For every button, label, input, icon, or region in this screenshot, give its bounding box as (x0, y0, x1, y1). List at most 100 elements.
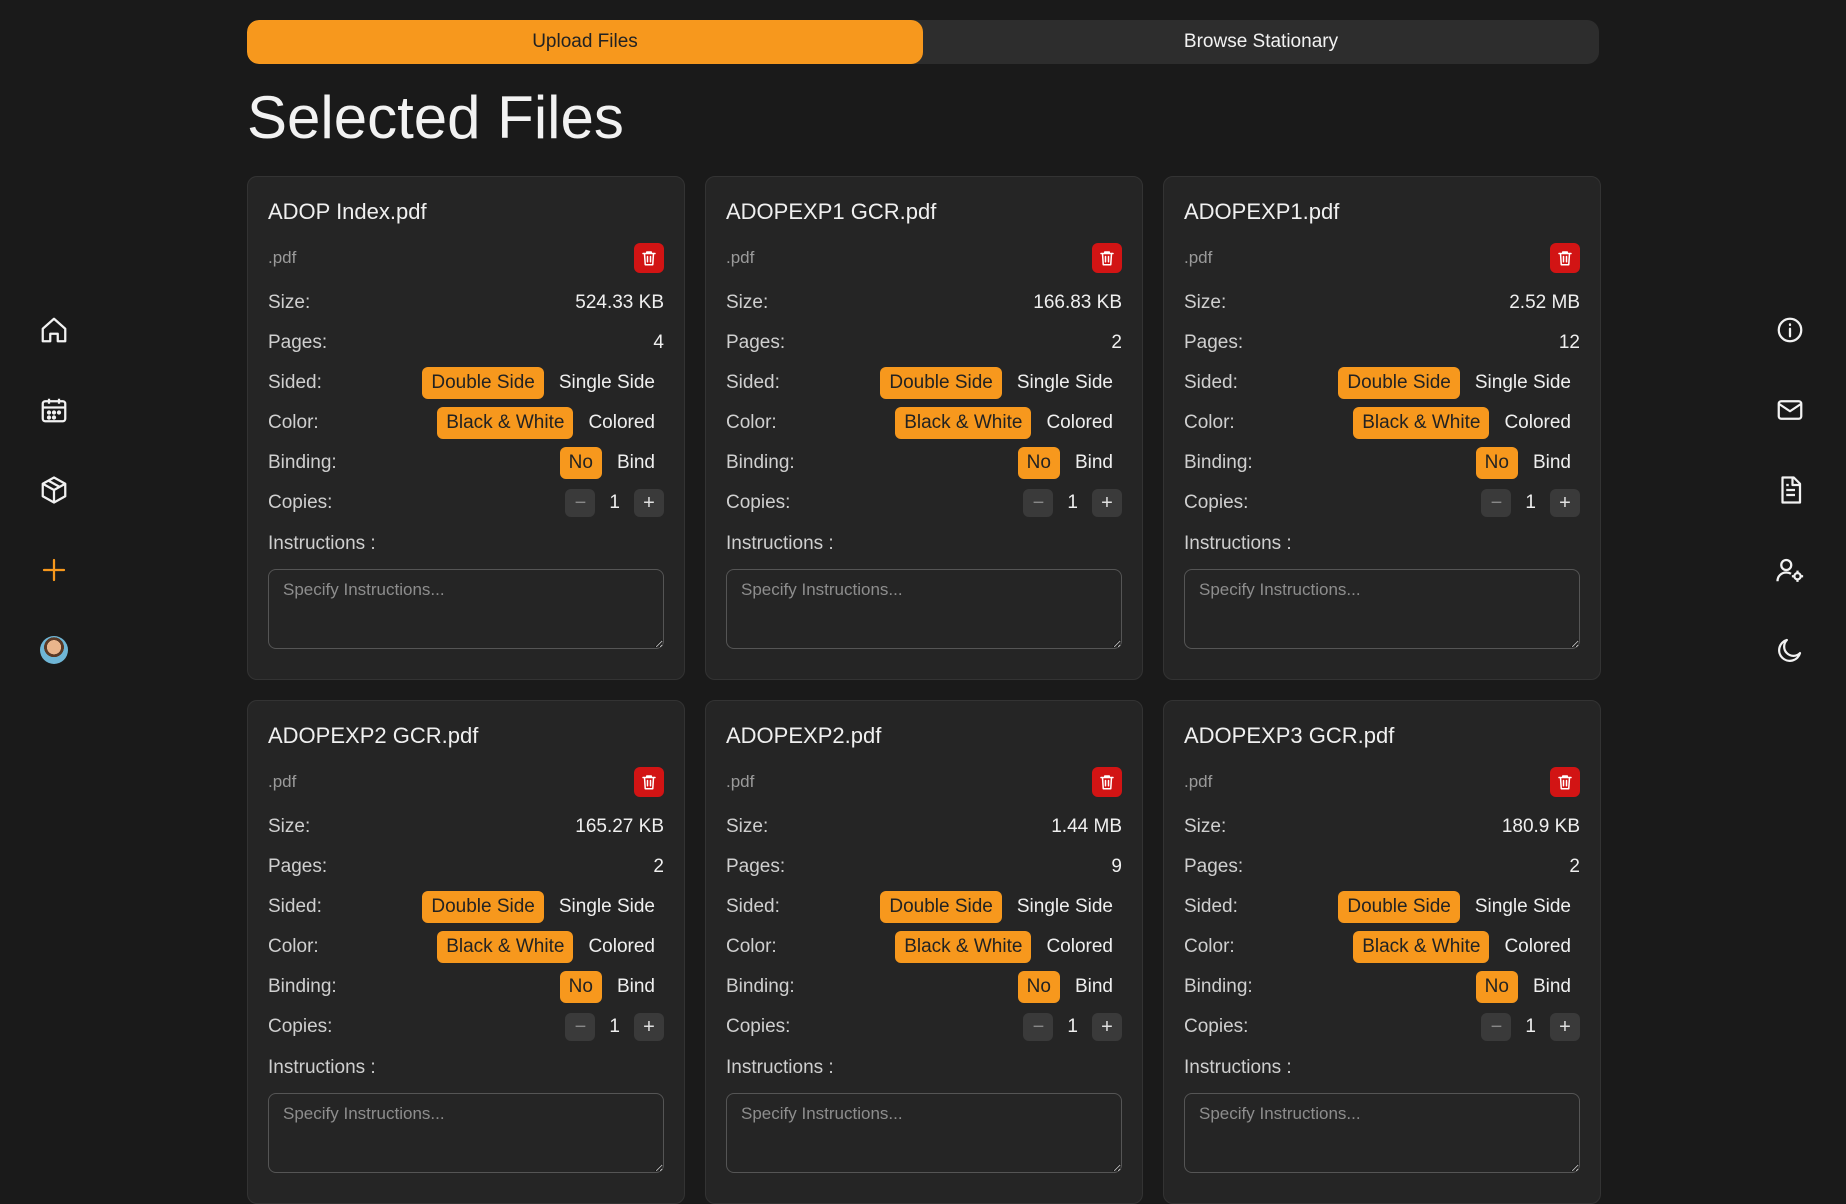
increment-button[interactable]: + (1550, 1013, 1580, 1041)
no-binding-option[interactable]: No (559, 971, 602, 1003)
size-label: Size: (726, 292, 769, 313)
delete-button[interactable] (1550, 243, 1580, 273)
pages-label: Pages: (726, 856, 786, 877)
single-side-option[interactable]: Single Side (1466, 367, 1580, 399)
increment-button[interactable]: + (1550, 489, 1580, 517)
increment-button[interactable]: + (634, 489, 664, 517)
colored-option[interactable]: Colored (579, 931, 664, 963)
no-binding-option[interactable]: No (1475, 971, 1518, 1003)
no-binding-option[interactable]: No (1475, 447, 1518, 479)
no-binding-option[interactable]: No (1017, 971, 1060, 1003)
bind-option[interactable]: Bind (608, 447, 664, 479)
bind-option[interactable]: Bind (608, 971, 664, 1003)
copies-value: 1 (609, 1016, 620, 1037)
double-side-option[interactable]: Double Side (1338, 891, 1460, 923)
package-icon[interactable] (36, 472, 72, 508)
single-side-option[interactable]: Single Side (550, 367, 664, 399)
double-side-option[interactable]: Double Side (422, 367, 544, 399)
file-card: ADOP Index.pdf .pdf Size: 524.33 KB Page… (247, 176, 685, 680)
calendar-icon[interactable] (36, 392, 72, 428)
pages-value: 2 (1569, 856, 1580, 877)
instructions-input[interactable] (726, 1093, 1122, 1173)
file-name: ADOPEXP2 GCR.pdf (268, 723, 479, 748)
bind-option[interactable]: Bind (1524, 971, 1580, 1003)
double-side-option[interactable]: Double Side (880, 891, 1002, 923)
trash-icon (642, 251, 656, 266)
black-white-option[interactable]: Black & White (895, 931, 1032, 963)
decrement-button[interactable]: − (1481, 489, 1512, 517)
document-icon[interactable] (1772, 472, 1808, 508)
file-card: ADOPEXP1 GCR.pdf .pdf Size: 166.83 KB Pa… (705, 176, 1143, 680)
instructions-input[interactable] (268, 569, 664, 649)
info-icon[interactable] (1772, 312, 1808, 348)
instructions-input[interactable] (268, 1093, 664, 1173)
colored-option[interactable]: Colored (1495, 931, 1580, 963)
colored-option[interactable]: Colored (1495, 407, 1580, 439)
delete-button[interactable] (634, 767, 664, 797)
bind-option[interactable]: Bind (1524, 447, 1580, 479)
decrement-button[interactable]: − (565, 489, 596, 517)
delete-button[interactable] (634, 243, 664, 273)
bind-option[interactable]: Bind (1066, 447, 1122, 479)
double-side-option[interactable]: Double Side (1338, 367, 1460, 399)
file-name: ADOP Index.pdf (268, 199, 427, 224)
increment-button[interactable]: + (634, 1013, 664, 1041)
sided-label: Sided: (1184, 896, 1238, 917)
mail-icon[interactable] (1772, 392, 1808, 428)
right-sidebar (1736, 0, 1846, 980)
file-card: ADOPEXP1.pdf .pdf Size: 2.52 MB Pages: 1… (1163, 176, 1601, 680)
single-side-option[interactable]: Single Side (550, 891, 664, 923)
copies-stepper: − 1 + (1023, 489, 1122, 517)
colored-option[interactable]: Colored (579, 407, 664, 439)
instructions-input[interactable] (726, 569, 1122, 649)
avatar[interactable] (36, 632, 72, 668)
decrement-button[interactable]: − (565, 1013, 596, 1041)
decrement-button[interactable]: − (1023, 1013, 1054, 1041)
decrement-button[interactable]: − (1023, 489, 1054, 517)
moon-icon[interactable] (1772, 632, 1808, 668)
color-label: Color: (726, 412, 777, 433)
colored-option[interactable]: Colored (1037, 407, 1122, 439)
copies-value: 1 (1525, 1016, 1536, 1037)
size-value: 180.9 KB (1501, 816, 1580, 837)
black-white-option[interactable]: Black & White (1353, 407, 1490, 439)
black-white-option[interactable]: Black & White (895, 407, 1032, 439)
pages-value: 2 (653, 856, 664, 877)
copies-stepper: − 1 + (1481, 1013, 1580, 1041)
single-side-option[interactable]: Single Side (1008, 367, 1122, 399)
double-side-option[interactable]: Double Side (880, 367, 1002, 399)
delete-button[interactable] (1550, 767, 1580, 797)
black-white-option[interactable]: Black & White (437, 931, 574, 963)
decrement-button[interactable]: − (1481, 1013, 1512, 1041)
pages-label: Pages: (1184, 332, 1244, 353)
plus-icon[interactable] (36, 552, 72, 588)
trash-icon (1100, 775, 1114, 790)
main-content: Upload Files Browse Stationary Selected … (247, 20, 1601, 1204)
black-white-option[interactable]: Black & White (437, 407, 574, 439)
copies-label: Copies: (268, 1016, 333, 1037)
no-binding-option[interactable]: No (1017, 447, 1060, 479)
double-side-option[interactable]: Double Side (422, 891, 544, 923)
delete-button[interactable] (1092, 767, 1122, 797)
copies-value: 1 (1525, 492, 1536, 513)
bind-option[interactable]: Bind (1066, 971, 1122, 1003)
black-white-option[interactable]: Black & White (1353, 931, 1490, 963)
user-settings-icon[interactable] (1772, 552, 1808, 588)
instructions-input[interactable] (1184, 1093, 1580, 1173)
delete-button[interactable] (1092, 243, 1122, 273)
file-card-grid: ADOP Index.pdf .pdf Size: 524.33 KB Page… (247, 176, 1601, 1204)
trash-icon (1558, 775, 1572, 790)
tab-browse-stationary[interactable]: Browse Stationary (923, 20, 1599, 64)
single-side-option[interactable]: Single Side (1466, 891, 1580, 923)
home-icon[interactable] (36, 312, 72, 348)
no-binding-option[interactable]: No (559, 447, 602, 479)
increment-button[interactable]: + (1092, 1013, 1122, 1041)
copies-stepper: − 1 + (1023, 1013, 1122, 1041)
single-side-option[interactable]: Single Side (1008, 891, 1122, 923)
copies-value: 1 (1067, 492, 1078, 513)
copies-label: Copies: (726, 1016, 791, 1037)
tab-upload-files[interactable]: Upload Files (247, 20, 923, 64)
instructions-input[interactable] (1184, 569, 1580, 649)
increment-button[interactable]: + (1092, 489, 1122, 517)
colored-option[interactable]: Colored (1037, 931, 1122, 963)
